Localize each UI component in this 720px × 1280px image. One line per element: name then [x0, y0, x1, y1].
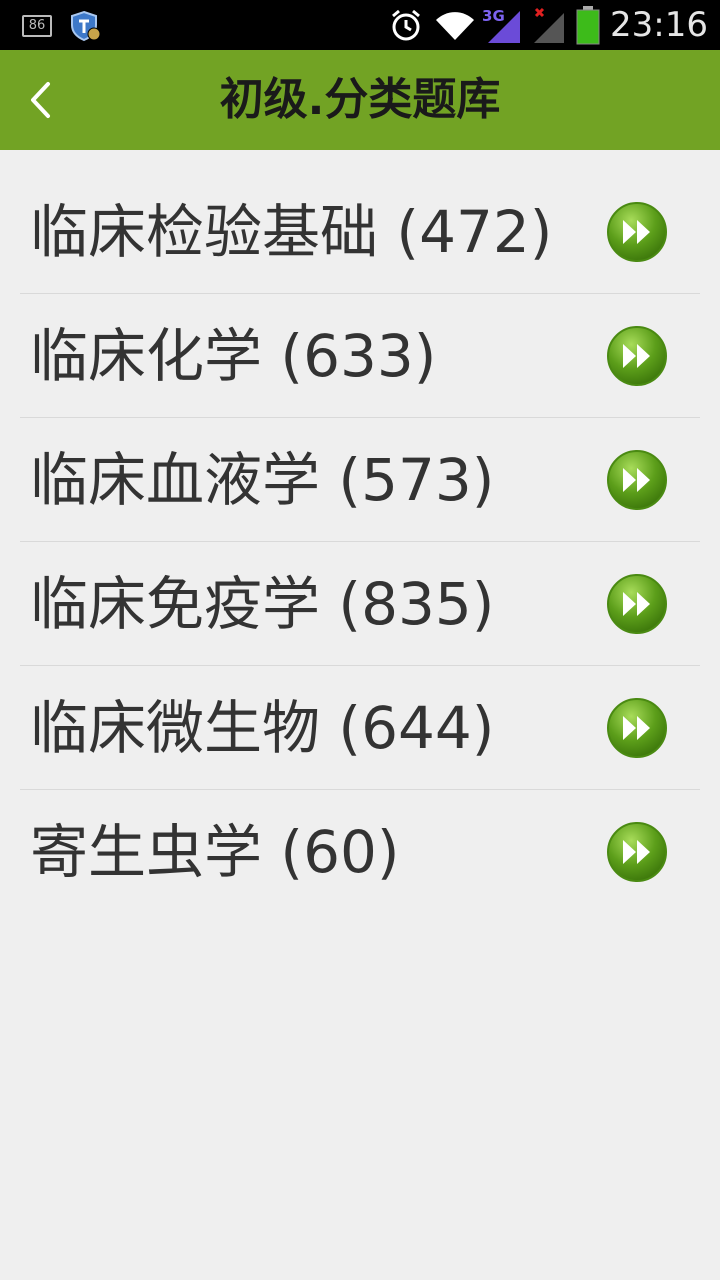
fast-forward-icon[interactable]	[606, 201, 668, 263]
list-item[interactable]: 临床血液学 (573)	[20, 418, 700, 542]
clock-time: 23:16	[610, 5, 708, 45]
wifi-icon	[436, 12, 475, 40]
list-item-label: 临床免疫学 (835)	[30, 570, 495, 638]
list-item-label: 临床化学 (633)	[30, 322, 437, 390]
app-bar: 初级.分类题库	[0, 50, 720, 150]
alarm-clock-icon	[392, 9, 420, 41]
sim-no-signal-icon	[534, 7, 565, 43]
fast-forward-icon[interactable]	[606, 697, 668, 759]
status-bar: 86 3G 23:16	[0, 0, 720, 50]
category-list: 临床检验基础 (472) 临床化学 (633) 临床血液学 (573) 临床免疫…	[20, 170, 700, 914]
list-item[interactable]: 临床化学 (633)	[20, 294, 700, 418]
page-title: 初级.分类题库	[219, 74, 501, 125]
fast-forward-icon[interactable]	[606, 821, 668, 883]
security-shield-icon	[71, 10, 101, 42]
list-item[interactable]: 临床免疫学 (835)	[20, 542, 700, 666]
list-item[interactable]: 临床检验基础 (472)	[20, 170, 700, 294]
notification-count-badge: 86	[22, 15, 52, 37]
fast-forward-icon[interactable]	[606, 573, 668, 635]
battery-icon	[576, 6, 600, 45]
list-item[interactable]: 寄生虫学 (60)	[20, 790, 700, 914]
list-item-label: 寄生虫学 (60)	[30, 818, 400, 886]
back-button[interactable]	[18, 74, 62, 126]
chevron-left-icon	[31, 82, 50, 118]
fast-forward-icon[interactable]	[606, 449, 668, 511]
list-item-label: 临床微生物 (644)	[30, 694, 495, 762]
list-item[interactable]: 临床微生物 (644)	[20, 666, 700, 790]
list-item-label: 临床血液学 (573)	[30, 446, 495, 514]
list-item-label: 临床检验基础 (472)	[30, 198, 553, 266]
mobile-signal-icon	[488, 11, 521, 43]
fast-forward-icon[interactable]	[606, 325, 668, 387]
